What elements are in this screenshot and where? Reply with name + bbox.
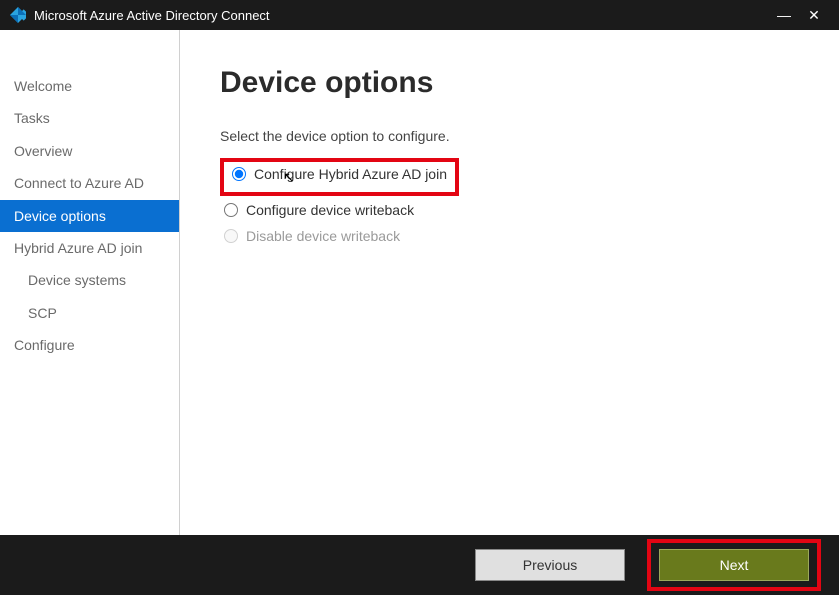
device-option-radio bbox=[224, 229, 238, 243]
previous-button[interactable]: Previous bbox=[475, 549, 625, 581]
next-button[interactable]: Next bbox=[659, 549, 809, 581]
device-option-label: Configure Hybrid Azure AD join bbox=[254, 166, 447, 182]
device-option-label: Disable device writeback bbox=[246, 228, 400, 244]
highlight-selected-option: Configure Hybrid Azure AD join bbox=[220, 158, 459, 196]
sidebar-item[interactable]: Tasks bbox=[0, 102, 179, 134]
highlight-next: Next bbox=[647, 539, 821, 591]
body-area: WelcomeTasksOverviewConnect to Azure ADD… bbox=[0, 30, 839, 535]
sidebar-item[interactable]: Connect to Azure AD bbox=[0, 167, 179, 199]
page-heading: Device options bbox=[220, 66, 799, 100]
minimize-button[interactable]: ― bbox=[769, 7, 799, 23]
sidebar-item[interactable]: SCP bbox=[0, 297, 179, 329]
main-panel: Device options Select the device option … bbox=[180, 30, 839, 535]
prompt-text: Select the device option to configure. bbox=[220, 128, 799, 144]
titlebar-title: Microsoft Azure Active Directory Connect bbox=[34, 8, 769, 23]
close-button[interactable]: ✕ bbox=[799, 7, 829, 24]
sidebar: WelcomeTasksOverviewConnect to Azure ADD… bbox=[0, 30, 180, 535]
sidebar-item[interactable]: Overview bbox=[0, 135, 179, 167]
titlebar: Microsoft Azure Active Directory Connect… bbox=[0, 0, 839, 30]
sidebar-item[interactable]: Configure bbox=[0, 329, 179, 361]
sidebar-item[interactable]: Device options bbox=[0, 200, 179, 232]
device-option-radio[interactable] bbox=[232, 167, 246, 181]
device-option-row[interactable]: Configure device writeback bbox=[220, 200, 799, 220]
device-option-label: Configure device writeback bbox=[246, 202, 414, 218]
device-option-row[interactable]: Configure Hybrid Azure AD join bbox=[228, 164, 451, 184]
footer: Previous Next bbox=[0, 535, 839, 595]
device-option-row: Disable device writeback bbox=[220, 226, 799, 246]
sidebar-item[interactable]: Hybrid Azure AD join bbox=[0, 232, 179, 264]
sidebar-item[interactable]: Welcome bbox=[0, 70, 179, 102]
radio-group: Configure Hybrid Azure AD join Configure … bbox=[220, 158, 799, 246]
azure-ad-connect-logo-icon bbox=[10, 7, 26, 23]
sidebar-item[interactable]: Device systems bbox=[0, 264, 179, 296]
device-option-radio[interactable] bbox=[224, 203, 238, 217]
